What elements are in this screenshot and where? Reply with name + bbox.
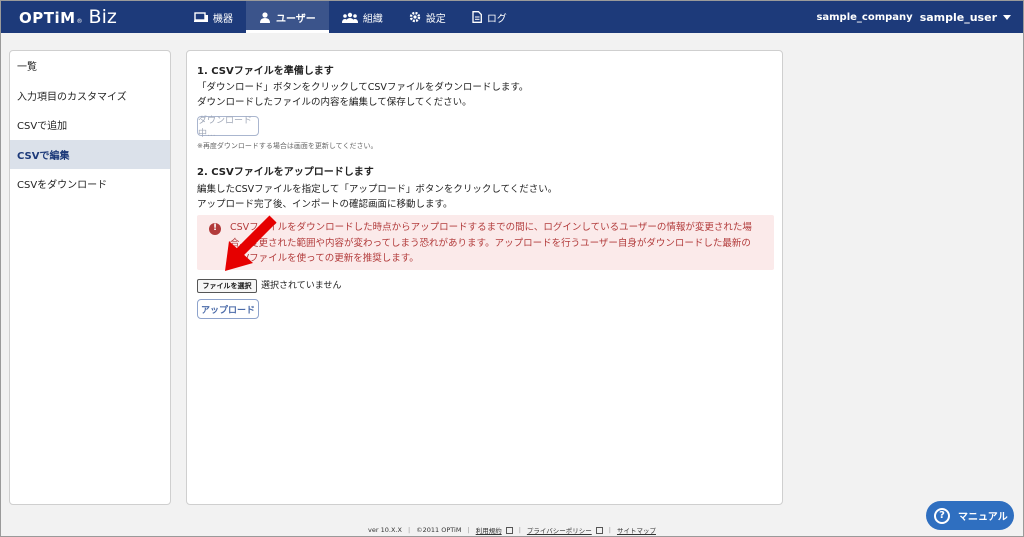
- copyright-text: ©2011 OPTiM: [416, 526, 462, 534]
- company-name: sample_company: [816, 11, 913, 23]
- alert-line-2: 合、変更された範囲や内容が変わってしまう恐れがあります。アップロードを行うユーザ…: [230, 237, 751, 249]
- sidebar-item-csv-download[interactable]: CSVをダウンロード: [10, 169, 170, 199]
- external-link-icon: [595, 526, 603, 534]
- choose-file-button[interactable]: ファイルを選択: [197, 279, 257, 293]
- main-panel: 1. CSVファイルを準備します 「ダウンロード」ボタンをクリックしてCSVファ…: [186, 50, 783, 505]
- nav-item-devices[interactable]: 機器: [181, 1, 246, 33]
- sitemap-link[interactable]: サイトマップ: [617, 525, 656, 535]
- manual-label: マニュアル: [958, 512, 1008, 523]
- logo-brand: OPTiM: [19, 9, 76, 27]
- logo-trademark: ®: [76, 18, 83, 25]
- sidebar-item-csv-add[interactable]: CSVで追加: [10, 110, 170, 140]
- download-button[interactable]: ダウンロード中...: [197, 116, 259, 139]
- manual-button[interactable]: ? マニュアル: [926, 501, 1014, 530]
- alert-icon: !: [209, 223, 221, 235]
- step2-instruction-1: 編集したCSVファイルを指定して「アップロード」ボタンをクリックしてください。: [197, 184, 558, 195]
- sidebar-item-customize-fields[interactable]: 入力項目のカスタマイズ: [10, 81, 170, 111]
- step1-title: 1. CSVファイルを準備します: [197, 66, 334, 77]
- help-icon: ?: [934, 507, 950, 524]
- privacy-link[interactable]: プライバシーポリシー: [527, 525, 592, 535]
- nav-label: 機器: [213, 13, 233, 25]
- sidebar: 一覧 入力項目のカスタマイズ CSVで追加 CSVで編集 CSVをダウンロード: [9, 50, 171, 505]
- main-nav: 機器 ユーザー 組織 設定 ログ: [181, 1, 520, 33]
- nav-label: 設定: [425, 13, 446, 25]
- footer-separator: |: [608, 526, 611, 534]
- step2-title: 2. CSVファイルをアップロードします: [197, 167, 374, 178]
- sidebar-item-label: 一覧: [17, 62, 37, 74]
- alert-line-3: CSVファイルを使っての更新を推奨します。: [230, 253, 419, 264]
- footer-separator: |: [407, 526, 411, 534]
- version-text: ver 10.X.X: [368, 526, 402, 534]
- sidebar-item-label: 入力項目のカスタマイズ: [17, 91, 127, 103]
- upload-button[interactable]: アップロード: [197, 299, 259, 319]
- gear-icon: [409, 11, 421, 23]
- nav-label: ログ: [486, 13, 507, 25]
- logo-product: Biz: [88, 6, 117, 28]
- file-status-text: 選択されていません: [261, 281, 342, 291]
- terms-link[interactable]: 利用規約: [476, 525, 502, 535]
- sidebar-item-list[interactable]: 一覧: [10, 51, 170, 81]
- footer: ver 10.X.X | ©2011 OPTiM | 利用規約 | プライバシー…: [1, 525, 1023, 535]
- nav-item-users[interactable]: ユーザー: [246, 1, 329, 33]
- alert-line-1: CSVファイルをダウンロードした時点からアップロードするまでの間に、ログインして…: [230, 222, 752, 233]
- step1-instruction-1: 「ダウンロード」ボタンをクリックしてCSVファイルをダウンロードします。: [197, 82, 529, 93]
- caret-down-icon: [1003, 14, 1011, 20]
- nav-label: ユーザー: [276, 13, 316, 25]
- step2-instruction-2: アップロード完了後、インポートの確認画面に移動します。: [197, 199, 453, 210]
- sidebar-item-csv-edit[interactable]: CSVで編集: [10, 139, 170, 169]
- step1-instruction-2: ダウンロードしたファイルの内容を編集して保存してください。: [197, 97, 472, 108]
- user-name: sample_user: [919, 10, 997, 24]
- top-navigation-bar: OPTiM ® Biz 機器 ユーザー 組織 設定 ログ sample_comp…: [1, 1, 1023, 33]
- sidebar-item-label: CSVをダウンロード: [17, 180, 108, 192]
- user-icon: [260, 11, 270, 23]
- external-link-icon: [505, 526, 513, 534]
- sidebar-item-label: CSVで編集: [17, 150, 70, 162]
- nav-label: 組織: [362, 13, 383, 25]
- organization-icon: [341, 12, 358, 23]
- nav-item-organization[interactable]: 組織: [329, 1, 396, 33]
- account-menu[interactable]: sample_company sample_user: [816, 1, 1011, 33]
- document-icon: [472, 11, 482, 23]
- nav-item-logs[interactable]: ログ: [459, 1, 520, 33]
- sidebar-item-label: CSVで追加: [17, 121, 68, 133]
- red-arrow-annotation: [225, 215, 277, 271]
- optim-biz-logo[interactable]: OPTiM ® Biz: [19, 6, 117, 28]
- nav-item-settings[interactable]: 設定: [396, 1, 459, 33]
- device-icon: [194, 11, 208, 22]
- footer-separator: |: [467, 526, 470, 534]
- download-note: ※再度ダウンロードする場合は画面を更新してください。: [197, 142, 378, 150]
- warning-alert: ! CSVファイルをダウンロードした時点からアップロードするまでの間に、ログイン…: [197, 215, 774, 270]
- footer-separator: |: [518, 526, 521, 534]
